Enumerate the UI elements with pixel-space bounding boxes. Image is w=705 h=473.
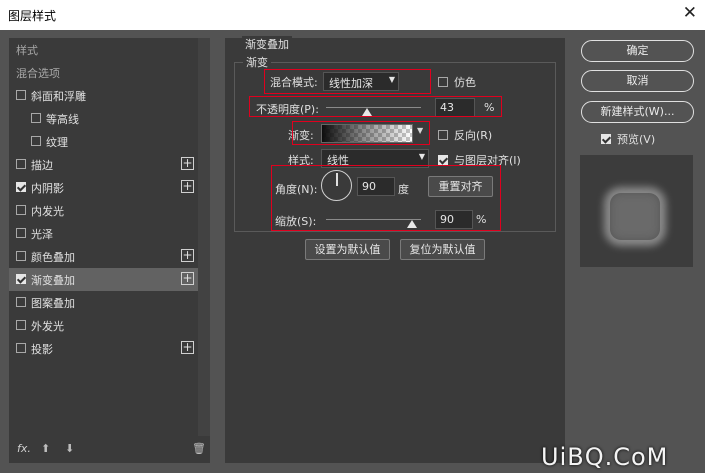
sidebar-item-label: 描边 bbox=[31, 159, 53, 172]
cancel-button[interactable]: 取消 bbox=[581, 70, 694, 92]
trash-icon[interactable]: 🗑 bbox=[192, 442, 206, 455]
highlight-box bbox=[249, 96, 502, 117]
sidebar-item[interactable]: 描边 + bbox=[9, 153, 198, 176]
sidebar-item[interactable]: 图案叠加 bbox=[9, 291, 198, 314]
sidebar-item[interactable]: 内阴影 + bbox=[9, 176, 198, 199]
styles-list: 样式混合选项斜面和浮雕等高线纹理描边 + 内阴影 + 内发光光泽颜色叠加 + 渐变叠加 + 图案… bbox=[9, 38, 198, 436]
gradient-group: 渐变 混合模式: 线性加深 ▼ 仿色 不透明度(P): 43 % 渐变: ▼ 反… bbox=[234, 54, 556, 232]
sidebar-item-label: 混合选项 bbox=[16, 67, 60, 80]
dither-label: 仿色 bbox=[454, 76, 476, 89]
window-title: 图层样式 bbox=[8, 9, 57, 23]
watermark-logo: UiBQ.CoM bbox=[541, 443, 669, 471]
sidebar-item[interactable]: 投影 + bbox=[9, 337, 198, 360]
add-icon[interactable]: + bbox=[181, 180, 194, 193]
add-icon[interactable]: + bbox=[181, 249, 194, 262]
panel-title: 渐变叠加 bbox=[242, 36, 292, 52]
reverse-checkbox[interactable] bbox=[438, 130, 448, 140]
add-icon[interactable]: + bbox=[181, 157, 194, 170]
highlight-box bbox=[292, 121, 430, 145]
sidebar-item-label: 渐变叠加 bbox=[31, 274, 75, 287]
sidebar-item-label: 纹理 bbox=[46, 136, 68, 149]
sidebar-footer: fx. ⬆ ⬇ 🗑 bbox=[9, 436, 210, 463]
reset-default-button[interactable]: 复位为默认值 bbox=[400, 239, 485, 260]
sidebar-item[interactable]: 外发光 bbox=[9, 314, 198, 337]
sidebar-item-label: 样式 bbox=[16, 44, 38, 57]
new-style-button[interactable]: 新建样式(W)... bbox=[581, 101, 694, 123]
sidebar-item[interactable]: 样式 bbox=[9, 38, 198, 61]
sidebar-item[interactable]: 纹理 bbox=[9, 130, 198, 153]
sidebar-item-label: 内发光 bbox=[31, 205, 64, 218]
sidebar-item-checkbox[interactable] bbox=[16, 205, 26, 215]
gradient-overlay-panel: 渐变叠加 渐变 混合模式: 线性加深 ▼ 仿色 不透明度(P): 43 % 渐变… bbox=[225, 36, 565, 463]
sidebar-item-label: 投影 bbox=[31, 343, 53, 356]
move-down-icon[interactable]: ⬇ bbox=[65, 442, 74, 455]
sidebar-item[interactable]: 颜色叠加 + bbox=[9, 245, 198, 268]
sidebar-item-checkbox[interactable] bbox=[16, 159, 26, 169]
reverse-label: 反向(R) bbox=[454, 129, 493, 142]
preview-label: 预览(V) bbox=[617, 133, 656, 146]
sidebar-item-checkbox[interactable] bbox=[31, 113, 41, 123]
sidebar-item-label: 内阴影 bbox=[31, 182, 64, 195]
sidebar-item-checkbox[interactable] bbox=[16, 251, 26, 261]
sidebar-item-checkbox[interactable] bbox=[31, 136, 41, 146]
sidebar-item[interactable]: 斜面和浮雕 bbox=[9, 84, 198, 107]
chevron-down-icon: ▼ bbox=[418, 152, 425, 161]
sidebar-item-checkbox[interactable] bbox=[16, 274, 26, 284]
sidebar-item[interactable]: 等高线 bbox=[9, 107, 198, 130]
sidebar-item-label: 颜色叠加 bbox=[31, 251, 75, 264]
add-icon[interactable]: + bbox=[181, 341, 194, 354]
style-preview bbox=[580, 155, 693, 267]
sidebar-item-label: 等高线 bbox=[46, 113, 79, 126]
close-icon[interactable]: ✕ bbox=[683, 3, 697, 23]
styles-sidebar: 样式混合选项斜面和浮雕等高线纹理描边 + 内阴影 + 内发光光泽颜色叠加 + 渐变叠加 + 图案… bbox=[9, 38, 210, 463]
sidebar-item-checkbox[interactable] bbox=[16, 90, 26, 100]
add-icon[interactable]: + bbox=[181, 272, 194, 285]
sidebar-item[interactable]: 混合选项 bbox=[9, 61, 198, 84]
preview-swatch bbox=[610, 193, 660, 240]
sidebar-item-checkbox[interactable] bbox=[16, 297, 26, 307]
sidebar-item[interactable]: 光泽 bbox=[9, 222, 198, 245]
sidebar-item-label: 外发光 bbox=[31, 320, 64, 333]
sidebar-item[interactable]: 渐变叠加 + bbox=[9, 268, 198, 291]
sidebar-scrollbar[interactable] bbox=[198, 38, 210, 436]
highlight-box bbox=[264, 69, 431, 94]
sidebar-item-checkbox[interactable] bbox=[16, 228, 26, 238]
layer-style-dialog: 图层样式 ✕ 样式混合选项斜面和浮雕等高线纹理描边 + 内阴影 + 内发光光泽颜色叠加 +… bbox=[0, 0, 705, 473]
highlight-box bbox=[271, 165, 501, 231]
sidebar-item-checkbox[interactable] bbox=[16, 182, 26, 192]
sidebar-item-label: 光泽 bbox=[31, 228, 53, 241]
dither-checkbox[interactable] bbox=[438, 77, 448, 87]
move-up-icon[interactable]: ⬆ bbox=[41, 442, 50, 455]
title-bar: 图层样式 ✕ bbox=[0, 0, 705, 30]
set-default-button[interactable]: 设置为默认值 bbox=[305, 239, 390, 260]
preview-checkbox[interactable] bbox=[601, 134, 611, 144]
sidebar-item-checkbox[interactable] bbox=[16, 343, 26, 353]
ok-button[interactable]: 确定 bbox=[581, 40, 694, 62]
sidebar-item[interactable]: 内发光 bbox=[9, 199, 198, 222]
sidebar-item-checkbox[interactable] bbox=[16, 320, 26, 330]
group-title: 渐变 bbox=[243, 54, 271, 70]
sidebar-item-label: 图案叠加 bbox=[31, 297, 75, 310]
fx-icon[interactable]: fx. bbox=[17, 442, 31, 455]
align-with-layer-checkbox[interactable] bbox=[438, 155, 448, 165]
sidebar-item-label: 斜面和浮雕 bbox=[31, 90, 86, 103]
